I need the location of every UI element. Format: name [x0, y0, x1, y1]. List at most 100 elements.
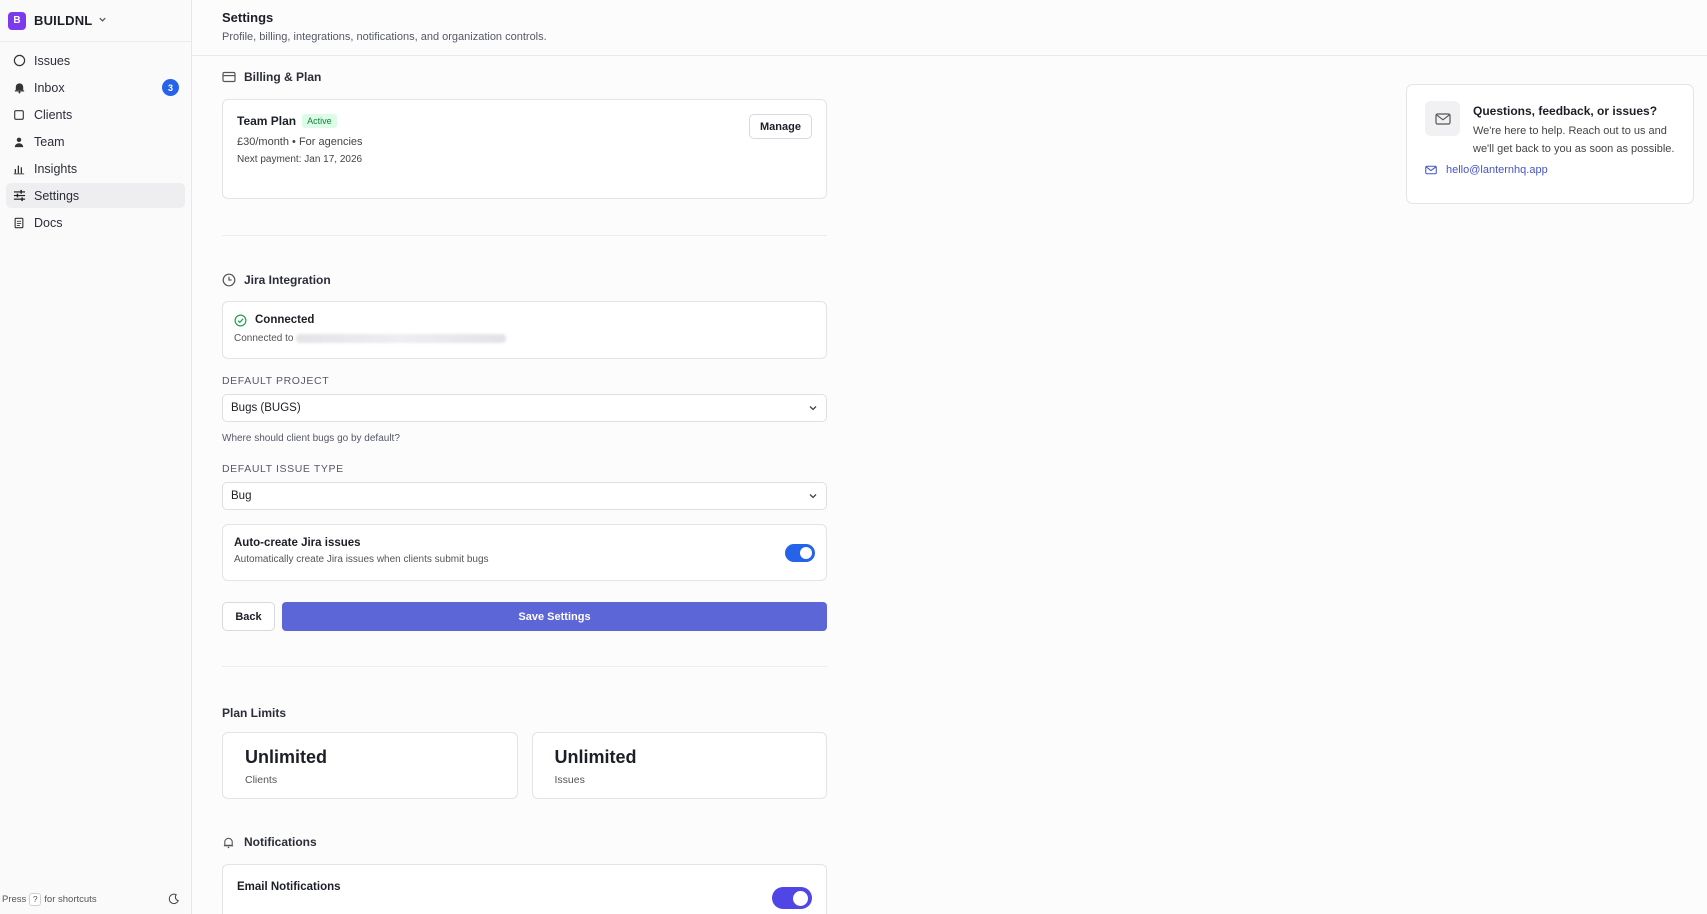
auto-create-toggle[interactable]	[785, 544, 815, 562]
email-notifications-toggle[interactable]	[772, 887, 812, 909]
plan-price: £30/month • For agencies	[237, 136, 363, 148]
support-email: hello@lanternhq.app	[1446, 164, 1548, 176]
jira-heading-label: Jira Integration	[244, 273, 331, 287]
sidebar-item-clients[interactable]: Clients	[6, 102, 185, 127]
sidebar-item-label: Docs	[34, 215, 63, 230]
inbox-count-badge: 3	[162, 79, 179, 96]
chevron-down-icon	[98, 15, 107, 27]
connected-to-label: Connected to	[234, 333, 294, 344]
bell-icon	[222, 835, 236, 849]
main-content: Settings Profile, billing, integrations,…	[192, 0, 1707, 914]
support-email-link[interactable]: hello@lanternhq.app	[1425, 164, 1675, 176]
bell-icon	[12, 81, 26, 95]
limit-value: Unlimited	[245, 747, 328, 767]
form-actions: Back Save Settings	[222, 602, 827, 631]
billing-section-heading: Billing & Plan	[222, 70, 827, 84]
square-icon	[12, 108, 26, 122]
workspace-name: BUILDNL	[34, 13, 93, 28]
shortcut-hint: Press ? for shortcuts	[2, 892, 181, 906]
status-badge: Active	[302, 114, 337, 128]
auto-create-description: Automatically create Jira issues when cl…	[234, 554, 489, 565]
limit-card-issues: Unlimited Issues	[531, 732, 827, 799]
settings-column: Billing & Plan Team Plan Active £30/mont…	[222, 56, 827, 914]
default-issue-type-label: DEFAULT ISSUE TYPE	[222, 463, 344, 475]
limit-label: Issues	[554, 774, 585, 786]
help-text: We're here to help. Reach out to us and …	[1473, 125, 1675, 155]
connection-status-row: Connected	[234, 313, 815, 327]
plan-limits-heading: Plan Limits	[222, 706, 287, 720]
default-project-label: DEFAULT PROJECT	[222, 375, 330, 387]
default-project-help: Where should client bugs go by default?	[222, 433, 400, 444]
sidebar-item-label: Inbox	[34, 80, 65, 95]
default-project-value: Bugs (BUGS)	[231, 402, 301, 414]
sidebar-item-inbox[interactable]: Inbox 3	[6, 75, 185, 100]
help-card-row: Questions, feedback, or issues? We're he…	[1425, 101, 1675, 158]
page-title: Settings	[222, 10, 274, 25]
workspace-switcher[interactable]: B BUILDNL	[0, 0, 191, 42]
page-subtitle: Profile, billing, integrations, notifica…	[222, 31, 547, 43]
chevron-down-icon	[808, 491, 818, 501]
connected-to-row: Connected to	[234, 333, 815, 344]
credit-card-icon	[222, 70, 236, 84]
help-title: Questions, feedback, or issues?	[1473, 104, 1658, 118]
sidebar-item-label: Issues	[34, 53, 71, 68]
notifications-heading-label: Notifications	[244, 835, 317, 849]
sidebar-item-label: Settings	[34, 188, 80, 203]
shortcut-key: ?	[29, 892, 42, 906]
limit-card-clients: Unlimited Clients	[222, 732, 518, 799]
auto-create-card: Auto-create Jira issues Automatically cr…	[222, 524, 827, 581]
jira-connection-card: Connected Connected to	[222, 301, 827, 359]
sidebar-item-team[interactable]: Team	[6, 129, 185, 154]
page-header: Settings Profile, billing, integrations,…	[192, 0, 1707, 56]
jira-section-heading: Jira Integration	[222, 273, 827, 287]
manage-button[interactable]: Manage	[749, 114, 812, 139]
email-notifications-title: Email Notifications	[237, 881, 341, 893]
chevron-down-icon	[808, 403, 818, 413]
plan-name-row: Team Plan Active	[237, 114, 812, 128]
document-icon	[12, 216, 26, 230]
mail-icon	[1425, 101, 1460, 136]
toggle-knob	[800, 547, 812, 559]
default-issue-type-select[interactable]: Bug	[222, 482, 827, 510]
redacted-url	[295, 334, 506, 343]
plan-limits-grid: Unlimited Clients Unlimited Issues	[222, 732, 827, 799]
sidebar-item-settings[interactable]: Settings	[6, 183, 185, 208]
shortcut-hint-suffix: for shortcuts	[44, 893, 97, 905]
section-divider	[222, 666, 827, 667]
toggle-knob	[793, 890, 808, 906]
limit-label: Clients	[245, 774, 278, 786]
sidebar-item-label: Team	[34, 134, 65, 149]
mail-icon	[1425, 165, 1438, 175]
default-issue-type-value: Bug	[231, 490, 252, 502]
circle-icon	[12, 54, 26, 68]
auto-create-title: Auto-create Jira issues	[234, 537, 361, 549]
plan-card: Team Plan Active £30/month • For agencie…	[222, 99, 827, 199]
sidebar-item-label: Clients	[34, 107, 73, 122]
billing-heading-label: Billing & Plan	[244, 70, 322, 84]
save-settings-button[interactable]: Save Settings	[282, 602, 827, 631]
notifications-section-heading: Notifications	[222, 835, 827, 849]
section-divider	[222, 235, 827, 236]
check-circle-icon	[234, 313, 248, 327]
plan-name: Team Plan	[237, 114, 297, 128]
back-button[interactable]: Back	[222, 602, 275, 631]
connection-status: Connected	[255, 314, 315, 326]
sidebar: B BUILDNL Issues Inbox 3 Clients Team In…	[0, 0, 192, 914]
sidebar-item-label: Insights	[34, 161, 78, 176]
next-payment: Next payment: Jan 17, 2026	[237, 154, 363, 165]
sidebar-item-docs[interactable]: Docs	[6, 210, 185, 235]
limit-value: Unlimited	[554, 747, 637, 767]
workspace-logo: B	[8, 11, 26, 30]
moon-icon[interactable]	[167, 892, 181, 906]
help-card-body: Questions, feedback, or issues? We're he…	[1473, 101, 1683, 158]
default-project-select[interactable]: Bugs (BUGS)	[222, 394, 827, 422]
clock-icon	[222, 273, 236, 287]
shortcut-hint-prefix: Press	[2, 893, 27, 905]
sidebar-nav: Issues Inbox 3 Clients Team Insights Set…	[0, 42, 191, 243]
sliders-icon	[12, 189, 26, 203]
help-card: Questions, feedback, or issues? We're he…	[1406, 84, 1694, 204]
sidebar-item-issues[interactable]: Issues	[6, 48, 185, 73]
email-notifications-card: Email Notifications	[222, 864, 827, 914]
sidebar-item-insights[interactable]: Insights	[6, 156, 185, 181]
bar-chart-icon	[12, 162, 26, 176]
